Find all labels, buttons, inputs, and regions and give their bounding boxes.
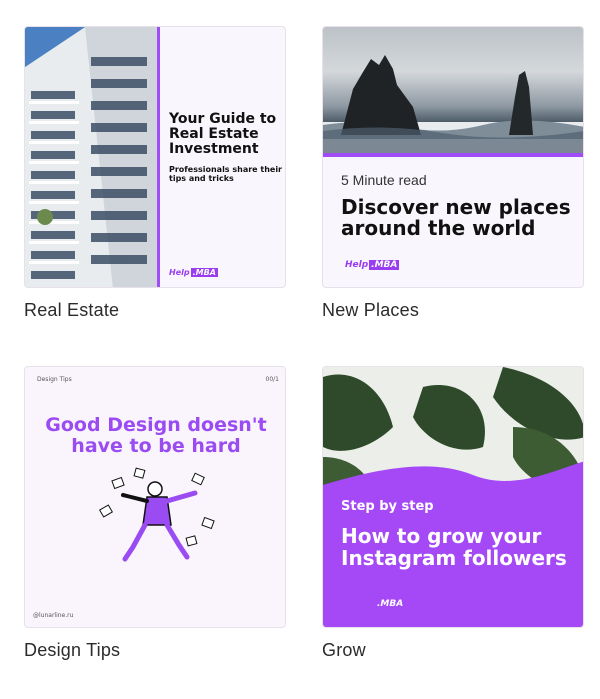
card-caption-new-places[interactable]: New Places	[322, 300, 419, 321]
building-image	[25, 27, 157, 287]
author-handle: @lunarline.ru	[33, 612, 74, 619]
template-card-new-places[interactable]: 5 Minute read Discover new places around…	[322, 26, 584, 288]
page-number: 00/1	[265, 376, 279, 383]
series-label: Design Tips	[37, 376, 72, 383]
sea-stacks-image	[323, 55, 583, 154]
card-caption-real-estate[interactable]: Real Estate	[24, 300, 119, 321]
brand-logo: Help .MBA	[169, 268, 218, 277]
logo-suffix: .MBA	[190, 268, 218, 277]
brand-logo: Help .MBA	[345, 260, 400, 270]
monstera-photo	[323, 367, 583, 627]
logo-prefix: Help	[345, 260, 369, 270]
template-card-design-tips[interactable]: Design Tips 00/1 Good Design doesn't hav…	[24, 366, 286, 628]
accent-stripe	[157, 27, 160, 287]
card-title: Discover new places around the world	[341, 195, 571, 240]
card-caption-design-tips[interactable]: Design Tips	[24, 640, 120, 661]
accent-stripe	[323, 153, 583, 157]
card-title: Good Design doesn't have to be hard	[45, 414, 267, 457]
card-title: Your Guide to Real Estate Investment	[169, 111, 277, 157]
juggling-person-illustration	[98, 467, 215, 562]
card-caption-grow[interactable]: Grow	[322, 640, 366, 661]
logo-suffix: .MBA	[369, 260, 400, 270]
template-card-grow[interactable]: Step by step How to grow your Instagram …	[322, 366, 584, 628]
read-time: 5 Minute read	[341, 172, 427, 188]
card-title: How to grow your Instagram followers	[341, 524, 567, 570]
template-card-real-estate[interactable]: Your Guide to Real Estate Investment Pro…	[24, 26, 286, 288]
logo-prefix: Help	[169, 268, 190, 277]
brand-logo: .MBA	[377, 599, 404, 609]
sea-stacks-photo	[323, 27, 583, 154]
step-label: Step by step	[341, 499, 434, 514]
building-photo	[25, 27, 157, 287]
card-subtitle: Professionals share their tips and trick…	[169, 165, 282, 183]
